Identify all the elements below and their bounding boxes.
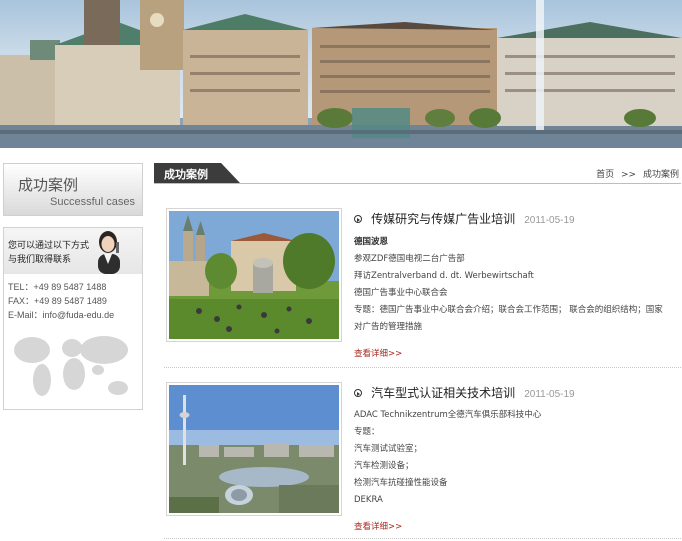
article-line: 德国波恩: [354, 237, 389, 247]
breadcrumb-current-link[interactable]: 成功案例: [643, 170, 679, 180]
article-line: 检测汽车抗碰撞性能设备: [354, 478, 448, 488]
contact-box: 您可以通过以下方式 与我们取得联系 TEL：+49 89 5487 1488 F…: [3, 227, 143, 410]
olympic-tower-photo: [169, 385, 339, 513]
customer-service-avatar: [98, 231, 120, 274]
world-map-graphic: [14, 336, 128, 396]
article-line: 德国广告事业中心联合会: [354, 288, 448, 298]
arrow-bullet-icon: [354, 389, 362, 397]
article-line: 专题：: [354, 427, 380, 437]
article-line: 参观ZDF德国电视二台广告部: [354, 254, 465, 264]
city-skyline-illustration: [0, 0, 682, 148]
sidebar-heading: 成功案例 Successful cases: [3, 163, 143, 216]
article-divider: [164, 367, 681, 368]
article-thumbnail-1[interactable]: [166, 208, 342, 342]
article-body-1: 德国波恩 参观ZDF德国电视二台广告部 拜访Zentralverband d. …: [354, 234, 663, 336]
article-body-2: ADAC Technikzentrum全德汽车俱乐部科技中心 专题： 汽车测试试…: [354, 407, 541, 509]
contact-intro-line2: 与我们取得联系: [8, 255, 72, 265]
section-tab-label: 成功案例: [164, 168, 208, 181]
contact-header-strip: 您可以通过以下方式 与我们取得联系: [4, 228, 142, 274]
view-details-link-2[interactable]: 查看详细>>: [354, 520, 402, 532]
contact-tel: TEL：+49 89 5487 1488: [8, 282, 107, 292]
article-line: 拜访Zentralverband d. dt. Werbewirtschaft: [354, 271, 534, 281]
section-tab: 成功案例: [154, 163, 240, 183]
sidebar-heading-en: Successful cases: [50, 196, 135, 208]
article-line: DEKRA: [354, 495, 383, 505]
article-line: 汽车测试试验室；: [354, 444, 423, 454]
article-title-row-2: 汽车型式认证相关技术培训 2011-05-19: [354, 382, 575, 401]
article-title-1[interactable]: 传媒研究与传媒广告业培训: [371, 212, 515, 226]
article-thumbnail-2[interactable]: [166, 382, 342, 516]
article-line: 专题：德国广告事业中心联合会介绍；联合会工作范围； 联合会的组织结构；国家: [354, 305, 663, 315]
header-banner-image: [0, 0, 682, 148]
arrow-bullet-icon: [354, 215, 362, 223]
article-title-2[interactable]: 汽车型式认证相关技术培训: [371, 386, 515, 400]
breadcrumb-separator: >>: [621, 170, 637, 180]
article-divider: [164, 538, 681, 539]
article-line: 对广告的管理措施: [354, 322, 423, 332]
content-header: 成功案例 首页 >> 成功案例: [154, 163, 681, 184]
view-details-link-1[interactable]: 查看详细>>: [354, 347, 402, 359]
contact-fax: FAX：+49 89 5487 1489: [8, 296, 107, 306]
sidebar-heading-cn: 成功案例: [18, 176, 79, 194]
city-square-photo: [169, 211, 339, 339]
contact-email[interactable]: E-Mail：info@fuda-edu.de: [8, 308, 114, 321]
breadcrumb: 首页 >> 成功案例: [596, 167, 679, 180]
article-line: 汽车检测设备；: [354, 461, 414, 471]
article-date-2: 2011-05-19: [524, 389, 575, 400]
article-line: ADAC Technikzentrum全德汽车俱乐部科技中心: [354, 410, 542, 420]
breadcrumb-home-link[interactable]: 首页: [596, 170, 614, 180]
article-date-1: 2011-05-19: [524, 215, 575, 226]
article-title-row-1: 传媒研究与传媒广告业培训 2011-05-19: [354, 208, 575, 227]
